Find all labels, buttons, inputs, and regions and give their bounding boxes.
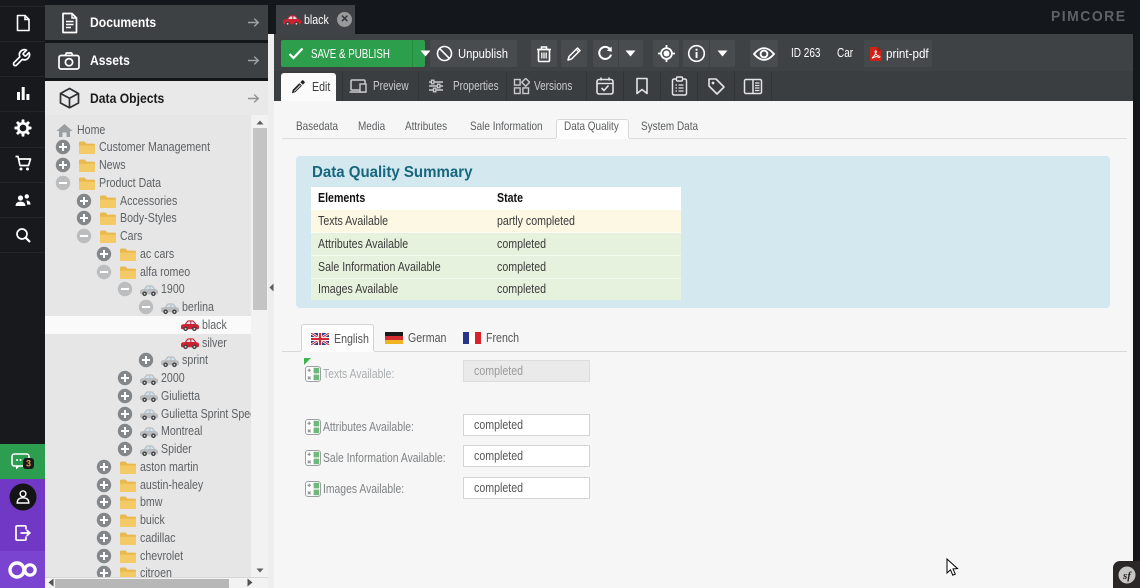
svg-text:3: 3 — [25, 458, 30, 468]
svg-text:sf: sf — [1122, 570, 1132, 582]
